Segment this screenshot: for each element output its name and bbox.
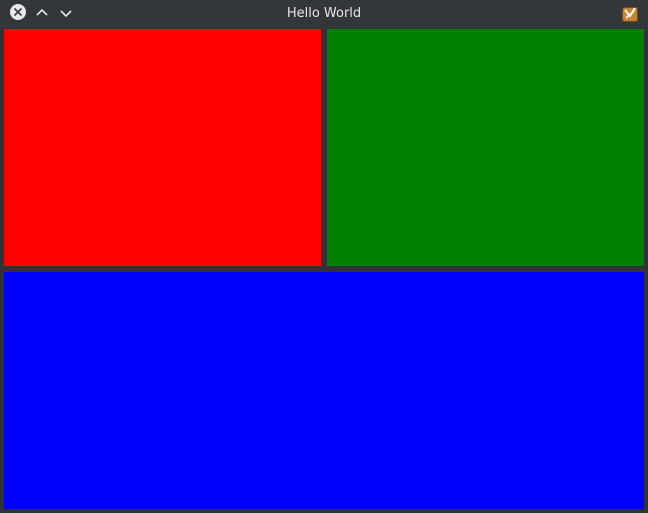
blue-panel (4, 272, 644, 509)
window-title: Hello World (286, 6, 362, 21)
red-panel (4, 29, 321, 266)
app-window: Hello World (0, 0, 648, 513)
title-bar[interactable]: Hello World (0, 0, 648, 28)
green-panel (327, 29, 644, 266)
app-icon (620, 4, 640, 24)
